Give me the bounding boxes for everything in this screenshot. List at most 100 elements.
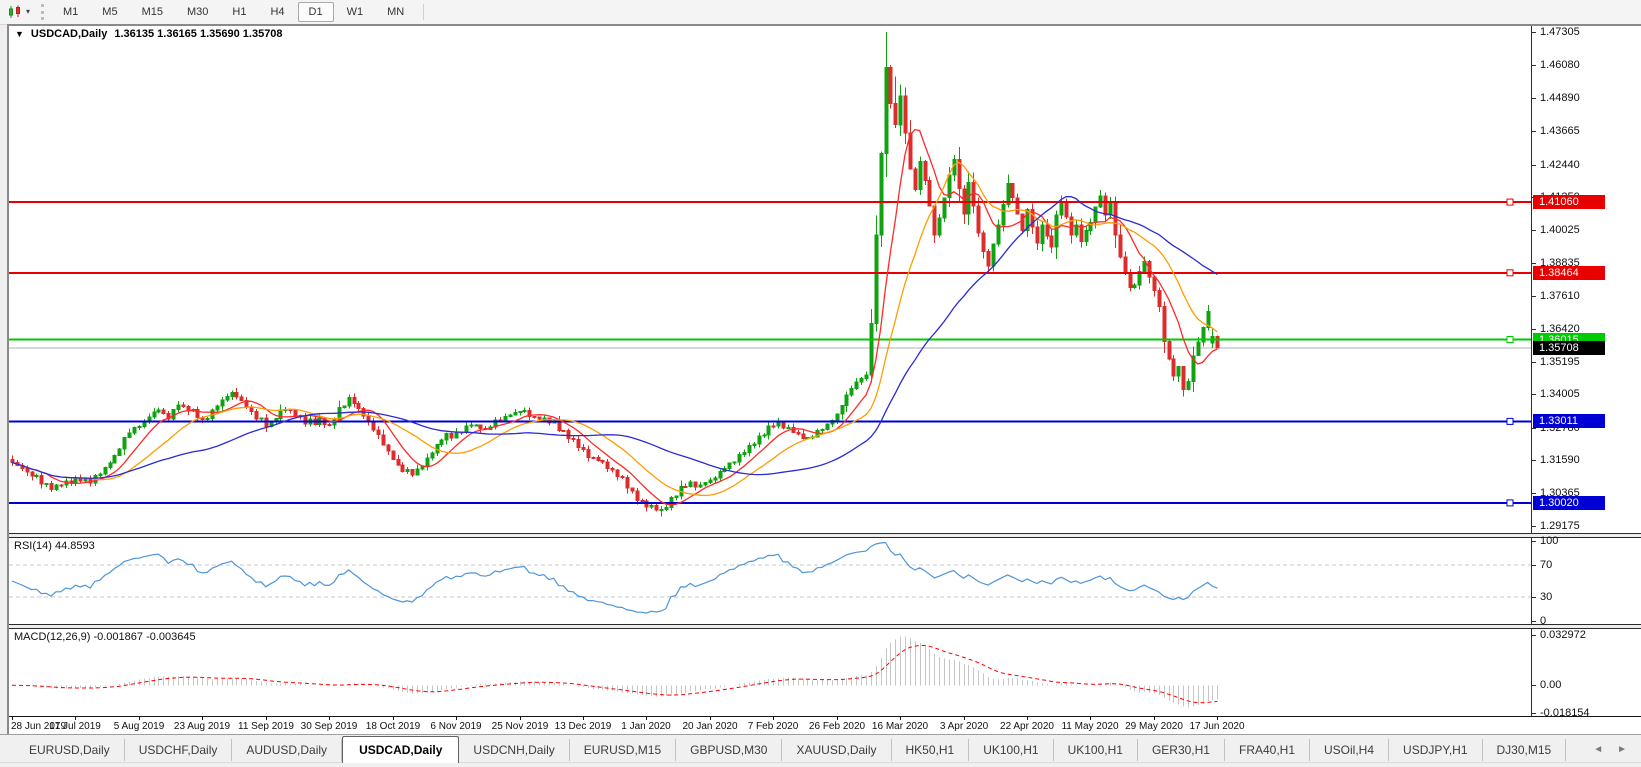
axis-tick-mark [1532,541,1536,542]
chart-tab-xauusd-daily[interactable]: XAUUSD,Daily [782,739,891,761]
chart-tab-usdchf-daily[interactable]: USDCHF,Daily [125,739,233,761]
toolbar-separator [423,4,424,20]
line-handle[interactable] [1507,337,1513,343]
chart-tab-usoil-h4[interactable]: USOil,H4 [1310,739,1389,761]
chart-title: ▼ USDCAD,Daily 1.36135 1.36165 1.35690 1… [15,28,283,40]
timeframe-buttons: M1M5M15M30H1H4D1W1MN [52,2,415,22]
date-label: 1 Jan 2020 [621,721,671,732]
axis-tick-mark [1532,362,1536,363]
axis-tick-label: 1.34005 [1540,388,1580,401]
date-label: 29 May 2020 [1125,721,1183,732]
axis-tick-mark [1532,131,1536,132]
timeframe-button-m5[interactable]: M5 [91,2,128,22]
rsi-label: RSI(14) 44.8593 [14,540,95,552]
date-label: 17 Jun 2020 [1189,721,1244,732]
ohlc-values: 1.36135 1.36165 1.35690 1.35708 [114,28,282,40]
timeframe-button-w1[interactable]: W1 [336,2,375,22]
date-tick-mark [773,717,774,720]
axis-tick-mark [1532,263,1536,264]
timeframe-button-h1[interactable]: H1 [221,2,257,22]
chart-tab-uk100-h1[interactable]: UK100,H1 [969,739,1053,761]
line-handle[interactable] [1507,500,1513,506]
chart-tab-usdjpy-h1[interactable]: USDJPY,H1 [1389,739,1482,761]
axis-tick-mark [1532,493,1536,494]
macd-axis[interactable]: 0.0329720.00-0.018154 [1531,629,1641,716]
timeframe-button-m1[interactable]: M1 [52,2,89,22]
chart-tab-audusd-daily[interactable]: AUDUSD,Daily [232,739,342,761]
axis-tick-mark [1532,32,1536,33]
chevron-down-icon: ▾ [26,8,30,16]
date-label: 13 Dec 2019 [555,721,612,732]
date-tick-mark [646,717,647,720]
tab-scroll-left-icon[interactable]: ◄ [1593,744,1603,755]
chart-tab-eurusd-m15[interactable]: EURUSD,M15 [570,739,676,761]
axis-tick-mark [1532,65,1536,66]
date-label: 7 Feb 2020 [748,721,799,732]
toolbar-grip[interactable] [41,4,44,20]
chart-tab-uk100-h1[interactable]: UK100,H1 [1054,739,1138,761]
price-axis[interactable]: 1.473051.460801.448901.436651.424401.412… [1531,26,1641,533]
line-handle[interactable] [1507,418,1513,424]
rsi-axis[interactable]: 10070300 [1531,538,1641,624]
date-tick-mark [266,717,267,720]
date-label: 3 Apr 2020 [940,721,988,732]
date-label: 23 Aug 2019 [174,721,230,732]
date-tick-mark [837,717,838,720]
date-axis[interactable]: 28 Jun 201917 Jul 20195 Aug 201923 Aug 2… [9,716,1641,735]
axis-tick-label: 1.37610 [1540,290,1580,303]
macd-canvas[interactable] [9,629,1531,716]
tab-scroll-right-icon[interactable]: ► [1617,744,1627,755]
rsi-canvas[interactable] [9,538,1531,624]
price-badge: 1.38464 [1533,266,1605,280]
price-chart-canvas[interactable] [9,26,1531,533]
chart-tab-dj30-m15[interactable]: DJ30,M15 [1483,739,1567,761]
macd-signal-line [12,646,1217,703]
symbol-period-label: USDCAD,Daily [31,28,107,40]
axis-tick-label: 1.47305 [1540,26,1580,39]
chart-tab-hk50-h1[interactable]: HK50,H1 [892,739,970,761]
timeframe-button-m30[interactable]: M30 [176,2,219,22]
price-badge: 1.41060 [1533,195,1605,209]
top-toolbar: ▾ M1M5M15M30H1H4D1W1MN [0,0,1641,25]
date-tick-mark [329,717,330,720]
timeframe-button-m15[interactable]: M15 [131,2,174,22]
chart-tab-eurusd-daily[interactable]: EURUSD,Daily [15,739,125,761]
chart-tab-usdcnh-daily[interactable]: USDCNH,Daily [459,739,569,761]
chart-tab-gbpusd-m30[interactable]: GBPUSD,M30 [676,739,782,761]
axis-tick-mark [1532,713,1536,714]
axis-tick-mark [1532,460,1536,461]
axis-tick-label: 1.29175 [1540,520,1580,533]
date-label: 25 Nov 2019 [492,721,549,732]
chart-tab-fra40-h1[interactable]: FRA40,H1 [1225,739,1310,761]
chart-tab-ger30-h1[interactable]: GER30,H1 [1138,739,1225,761]
axis-tick-mark [1532,428,1536,429]
line-handle[interactable] [1507,270,1513,276]
date-tick-mark [710,717,711,720]
date-label: 20 Jan 2020 [682,721,737,732]
rsi-line [12,543,1217,614]
timeframe-button-mn[interactable]: MN [376,2,415,22]
line-handle[interactable] [1507,199,1513,205]
window-menu-icon[interactable]: ▼ [15,29,24,39]
macd-pane: MACD(12,26,9) -0.001867 -0.003645 0.0329… [9,629,1641,716]
timeframe-button-d1[interactable]: D1 [298,2,334,22]
axis-tick-mark [1532,621,1536,622]
chart-tool-button[interactable]: ▾ [3,2,35,22]
date-tick-mark [12,717,13,720]
date-label: 26 Feb 2020 [809,721,865,732]
date-label: 11 Sep 2019 [238,721,294,732]
date-label: 11 May 2020 [1061,721,1118,732]
candlestick-chart-icon [8,5,23,19]
date-tick-mark [1217,717,1218,720]
price-pane: 1.473051.460801.448901.436651.424401.412… [9,26,1641,533]
axis-tick-mark [1532,635,1536,636]
price-badge: 1.35708 [1533,341,1605,355]
macd-label: MACD(12,26,9) -0.001867 -0.003645 [14,631,196,643]
axis-tick-mark [1532,526,1536,527]
date-label: 22 Apr 2020 [1000,721,1054,732]
date-tick-mark [964,717,965,720]
date-tick-mark [75,717,76,720]
chart-tab-usdcad-daily[interactable]: USDCAD,Daily [342,736,459,763]
timeframe-button-h4[interactable]: H4 [259,2,295,22]
ma-mid-line [12,162,1217,495]
